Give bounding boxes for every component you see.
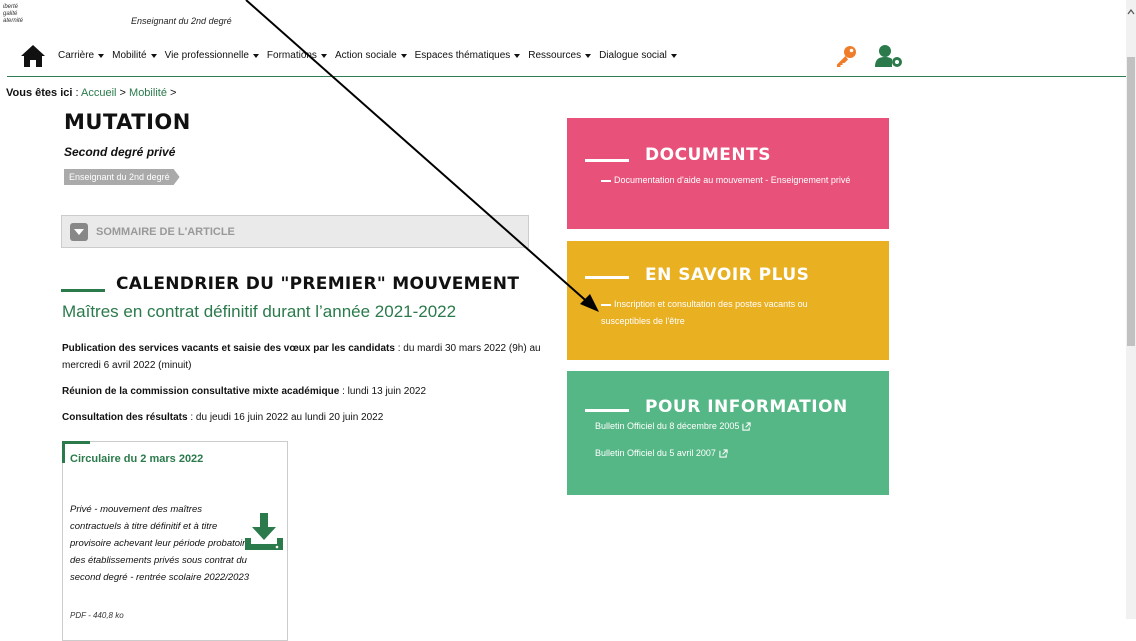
calendar-item-label: Réunion de la commission consultative mi… — [62, 386, 340, 397]
calendar-item-value: : du jeudi 16 juin 2022 au lundi 20 juin… — [187, 412, 384, 423]
pour-information-box: POUR INFORMATION Bulletin Officiel du 8 … — [567, 371, 889, 495]
card-description: Privé - mouvement des maîtres contractue… — [70, 504, 251, 583]
box-heading-line — [585, 159, 629, 162]
section-subtitle: Maîtres en contrat définitif durant l’an… — [62, 302, 457, 321]
nav-label: Espaces thématiques — [414, 50, 511, 61]
arrow-shaft — [245, 0, 593, 307]
logo-line: aternité — [3, 18, 24, 24]
logo-text: iberté galité aternité — [3, 4, 23, 25]
nav-divider — [7, 76, 1127, 77]
external-link-icon — [719, 449, 728, 458]
scrollbar-thumb[interactable] — [1127, 57, 1135, 346]
nav-label: Mobilité — [112, 50, 147, 61]
caret-down-icon — [514, 53, 521, 58]
chevron-down-icon — [70, 222, 88, 241]
caret-down-icon — [585, 53, 592, 58]
nav-item-formations[interactable]: Formations — [267, 50, 327, 61]
nav-item-carriere[interactable]: Carrière — [58, 50, 105, 61]
breadcrumb: Vous êtes ici : Accueil > Mobilité > — [6, 87, 176, 99]
external-link-icon — [742, 422, 752, 431]
nav-label: Carrière — [58, 50, 95, 61]
nav-label: Ressources — [528, 50, 582, 61]
bo-2005-link[interactable]: Bulletin Officiel du 8 décembre 2005 — [595, 418, 845, 435]
caret-down-icon — [252, 53, 259, 58]
user-gear-icon[interactable] — [875, 44, 903, 68]
dash-icon — [601, 303, 611, 306]
breadcrumb-link-accueil[interactable]: Accueil — [81, 87, 116, 99]
audience-tag[interactable]: Enseignant du 2nd degré — [64, 169, 180, 185]
box-heading-line — [585, 409, 629, 412]
caret-down-icon — [400, 53, 407, 58]
postes-vacants-link[interactable]: Inscription et consultation des postes v… — [601, 296, 851, 330]
link-label: Inscription et consultation des postes v… — [601, 299, 808, 326]
article-summary-toggle[interactable]: SOMMAIRE DE L'ARTICLE — [61, 215, 529, 248]
logo-line: iberté — [3, 4, 19, 10]
section-heading-line — [61, 289, 105, 292]
section-title: CALENDRIER DU "PREMIER" MOUVEMENT — [116, 274, 520, 294]
home-icon[interactable] — [20, 44, 46, 68]
card-accent — [62, 441, 90, 444]
nav-label: Vie professionnelle — [164, 50, 249, 61]
download-icon[interactable] — [244, 511, 284, 551]
breadcrumb-label: Vous êtes ici — [6, 87, 73, 99]
en-savoir-plus-box: EN SAVOIR PLUS Inscription et consultati… — [567, 241, 889, 360]
logo-line: galité — [3, 11, 18, 17]
documents-link[interactable]: Documentation d'aide au mouvement - Ense… — [601, 172, 851, 189]
en-savoir-plus-title: EN SAVOIR PLUS — [645, 265, 810, 285]
calendar-item-value: : lundi 13 juin 2022 — [339, 386, 427, 397]
page-title: MUTATION — [64, 110, 191, 134]
breadcrumb-arrow: > — [170, 87, 177, 99]
link-label: Bulletin Officiel du 5 avril 2007 — [595, 448, 716, 458]
scroll-up-icon[interactable] — [1127, 8, 1135, 16]
bo-2007-link[interactable]: Bulletin Officiel du 5 avril 2007 — [595, 445, 845, 462]
calendar-paragraph: Consultation des résultats : du jeudi 16… — [62, 409, 552, 426]
nav-item-ressources[interactable]: Ressources — [528, 50, 592, 61]
caret-down-icon — [670, 53, 677, 58]
box-heading-line — [585, 276, 629, 279]
page-subtitle: Second degré privé — [64, 145, 176, 159]
nav-item-dialogue-social[interactable]: Dialogue social — [599, 50, 677, 61]
nav-label: Action sociale — [334, 50, 397, 61]
caret-down-icon — [98, 53, 105, 58]
site-subtitle: Enseignant du 2nd degré — [131, 16, 232, 26]
calendar-item-label: Publication des services vacants et sais… — [62, 343, 395, 354]
nav-item-mobilite[interactable]: Mobilité — [112, 50, 157, 61]
breadcrumb-link-mobilite[interactable]: Mobilité — [129, 87, 167, 99]
calendar-paragraph: Publication des services vacants et sais… — [62, 340, 552, 374]
card-accent — [62, 441, 65, 463]
caret-down-icon — [320, 53, 327, 58]
link-label: Documentation d'aide au mouvement - Ense… — [614, 175, 851, 185]
nav-item-vie-professionnelle[interactable]: Vie professionnelle — [165, 50, 259, 61]
nav-item-action-sociale[interactable]: Action sociale — [335, 50, 407, 61]
breadcrumb-arrow: > — [119, 87, 126, 99]
key-icon[interactable] — [834, 44, 858, 68]
dash-icon — [601, 179, 611, 182]
caret-down-icon — [150, 53, 157, 58]
breadcrumb-sep: : — [72, 87, 81, 99]
nav-label: Formations — [266, 50, 317, 61]
nav-label: Dialogue social — [599, 50, 667, 61]
nav-item-espaces-thematiques[interactable]: Espaces thématiques — [415, 50, 521, 61]
card-title[interactable]: Circulaire du 2 mars 2022 — [70, 453, 203, 465]
calendar-item-label: Consultation des résultats — [62, 412, 188, 423]
pour-information-title: POUR INFORMATION — [645, 397, 848, 417]
documents-box: DOCUMENTS Documentation d'aide au mouvem… — [567, 118, 889, 229]
summary-label: SOMMAIRE DE L'ARTICLE — [96, 225, 235, 238]
link-label: Bulletin Officiel du 8 décembre 2005 — [595, 421, 740, 431]
calendar-paragraph: Réunion de la commission consultative mi… — [62, 383, 552, 400]
main-nav: Carrière Mobilité Vie professionnelle Fo… — [58, 50, 685, 61]
documents-title: DOCUMENTS — [645, 145, 771, 165]
